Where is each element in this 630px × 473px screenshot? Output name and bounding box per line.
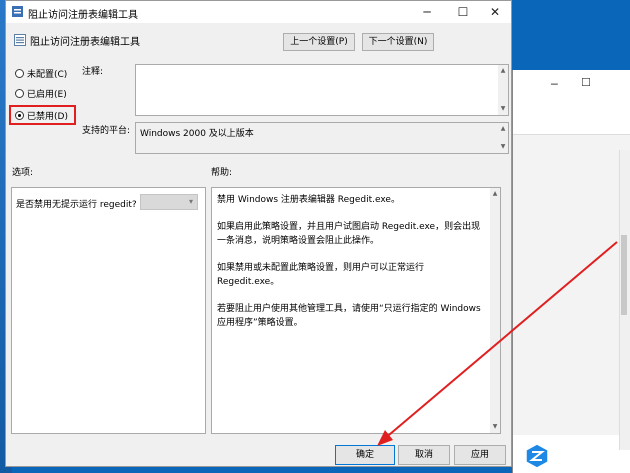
watermark-text: 系统天地 — [552, 449, 621, 468]
watermark: 系统天地 — [522, 440, 630, 473]
watermark-logo — [525, 443, 549, 469]
annotation-arrow — [377, 241, 618, 446]
